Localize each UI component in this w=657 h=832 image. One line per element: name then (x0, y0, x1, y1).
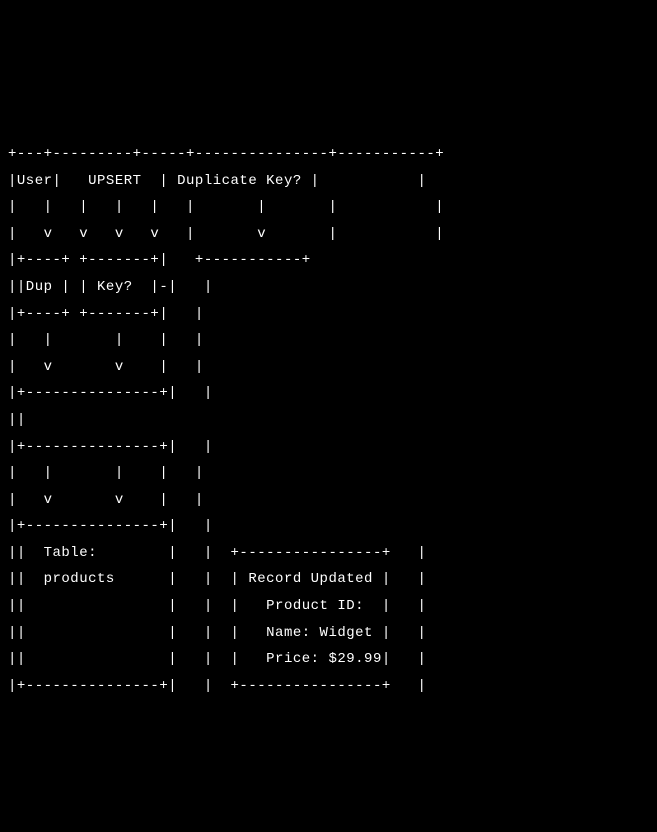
diagram-line: | v v v v | v | | (8, 226, 444, 242)
diagram-line: |+---------------+| | (8, 518, 213, 534)
diagram-line: | v v | | (8, 492, 204, 508)
diagram-line: |+---------------+| | (8, 439, 213, 455)
diagram-line: +---+---------+-----+---------------+---… (8, 146, 444, 162)
diagram-line: |User| UPSERT | Duplicate Key? | | (8, 173, 426, 189)
diagram-line: |+---------------+| | +----------------+… (8, 678, 426, 694)
diagram-line: | v v | | (8, 359, 204, 375)
diagram-line: |+---------------+| | (8, 385, 213, 401)
diagram-line: | | | | | (8, 465, 204, 481)
diagram-line: || | | | Product ID: | | (8, 598, 426, 614)
ascii-diagram: +---+---------+-----+---------------+---… (8, 114, 649, 699)
diagram-line: || | | | Name: Widget | | (8, 625, 426, 641)
diagram-line: |+----+ +-------+| | (8, 306, 204, 322)
diagram-line: || products | | | Record Updated | | (8, 571, 426, 587)
diagram-line: | | | | | (8, 332, 204, 348)
diagram-line: || (8, 412, 159, 428)
diagram-line: |+----+ +-------+| +-----------+ (8, 252, 311, 268)
diagram-line: | | | | | | | | | (8, 199, 444, 215)
diagram-line: || Table: | | +----------------+ | (8, 545, 426, 561)
diagram-line: || | | | Price: $29.99| | (8, 651, 426, 667)
diagram-line: ||Dup | | Key? |-| | (8, 279, 213, 295)
